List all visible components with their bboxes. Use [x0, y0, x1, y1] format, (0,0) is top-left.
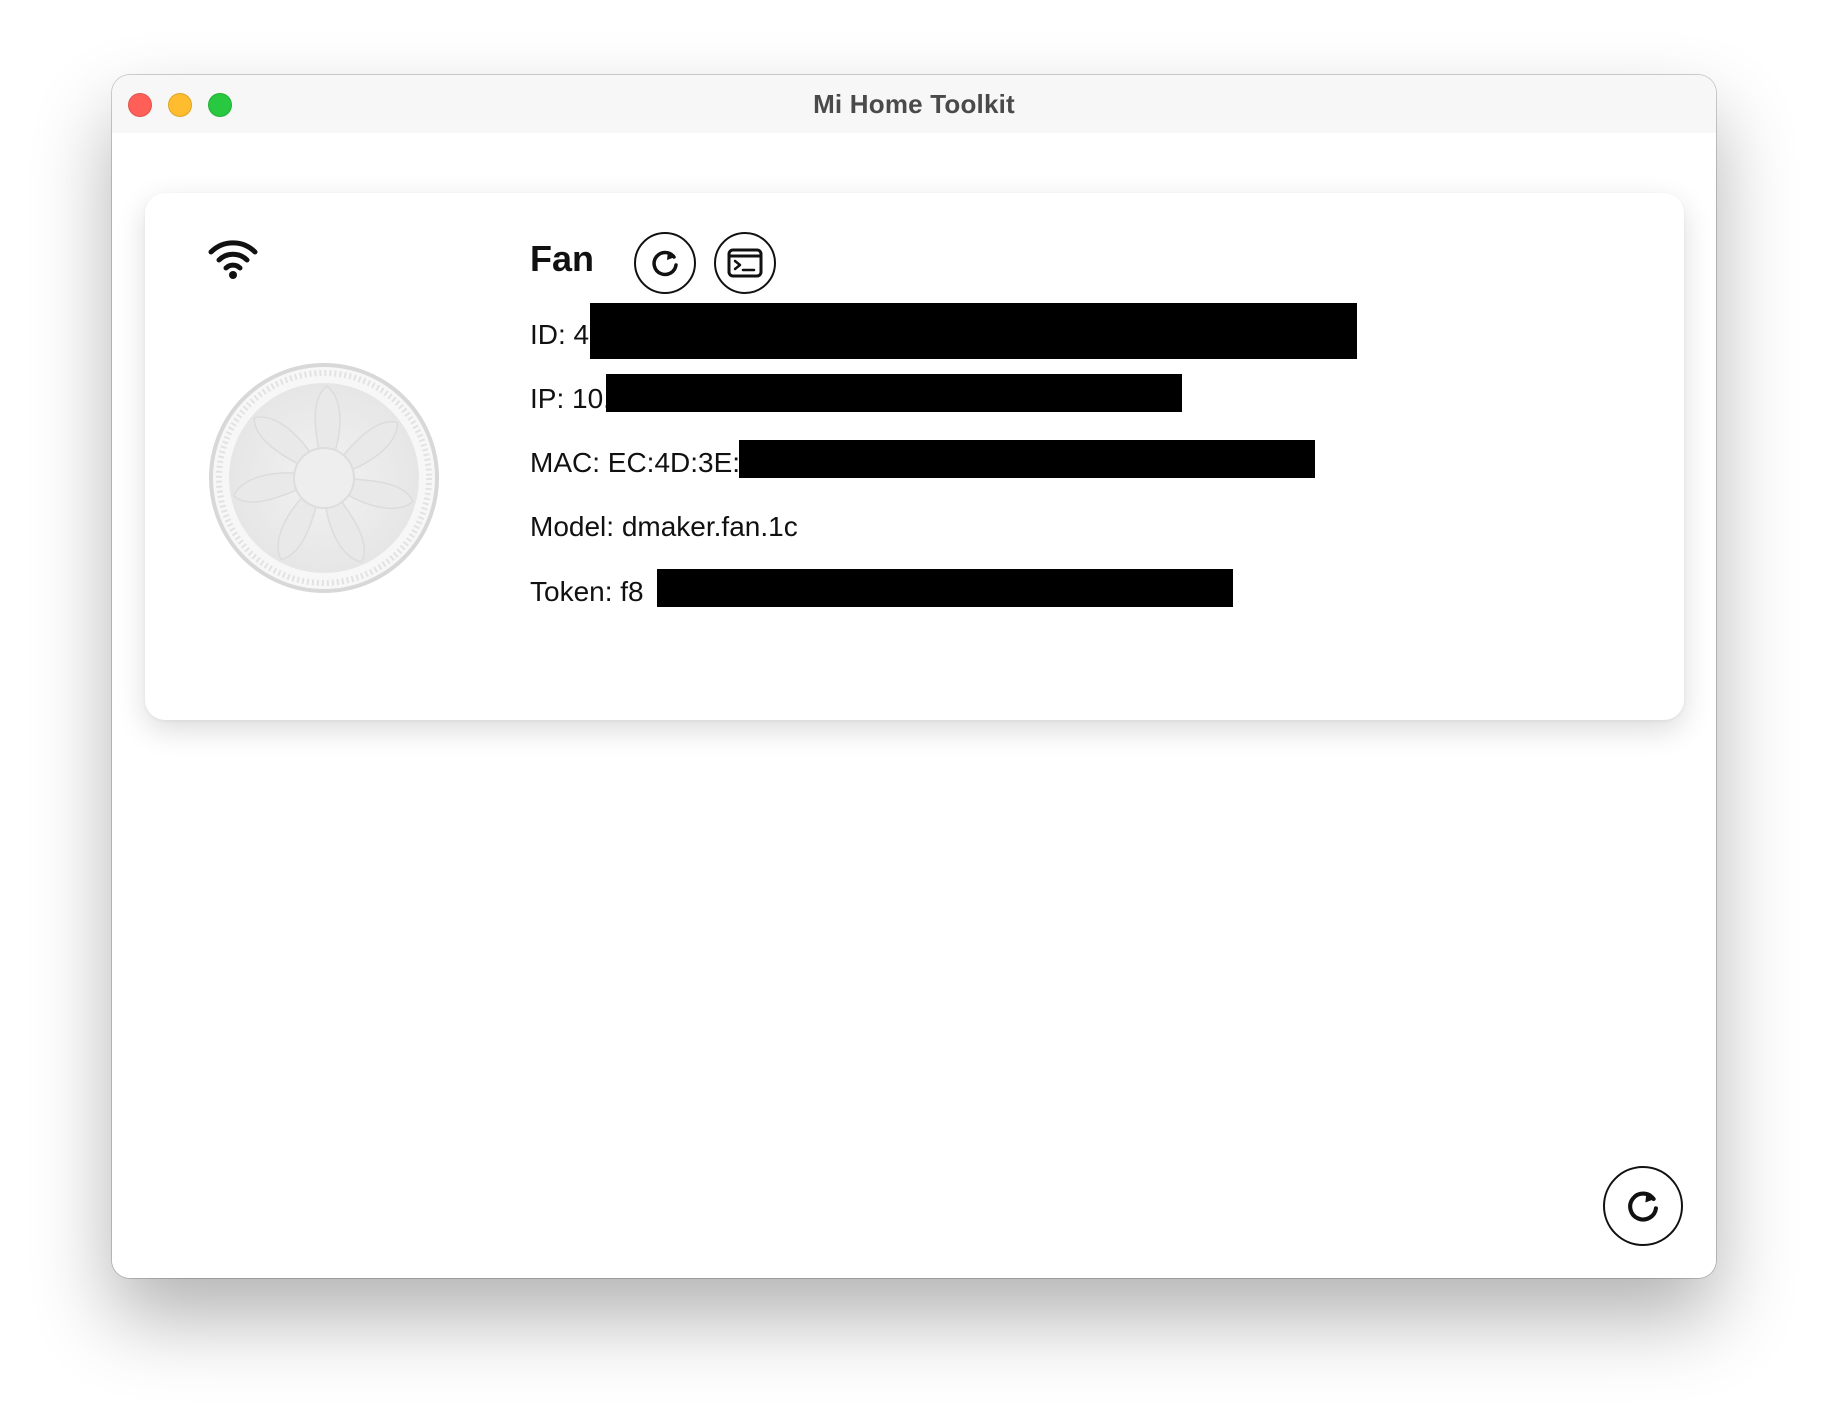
device-name: Fan: [530, 238, 595, 279]
device-mac-value: MAC: EC:4D:3E:: [530, 447, 741, 478]
redacted-ip: [606, 374, 1182, 412]
refresh-icon: [1628, 1191, 1658, 1222]
redacted-token: [657, 569, 1233, 607]
device-token: Token: f8: [530, 572, 644, 612]
app-window: Mi Home Toolkit Fan ID: 4 IP: 10. MAC: E…: [112, 75, 1716, 1278]
terminal-icon: [727, 248, 763, 278]
refresh-device-button[interactable]: [634, 232, 696, 294]
device-card: Fan ID: 4 IP: 10. MAC: EC:4D:3E: Model: …: [145, 193, 1684, 720]
device-id: ID: 4: [530, 315, 589, 355]
window-title: Mi Home Toolkit: [813, 89, 1015, 119]
device-id-value: ID: 4: [530, 319, 590, 350]
open-console-button[interactable]: [714, 232, 776, 294]
device-model-value: Model: dmaker.fan.1c: [530, 511, 798, 542]
device-model: Model: dmaker.fan.1c: [530, 507, 798, 547]
wifi-icon: [208, 240, 258, 279]
redacted-id: [590, 303, 1357, 359]
refresh-icon: [652, 250, 678, 277]
device-ip-value: IP: 10.: [530, 383, 611, 414]
device-token-value: Token: f8: [530, 576, 644, 607]
redacted-mac: [739, 440, 1315, 478]
title-bar: Mi Home Toolkit: [112, 75, 1716, 133]
device-mac: MAC: EC:4D:3E:: [530, 443, 740, 483]
fan-image: [209, 363, 439, 593]
refresh-devices-button[interactable]: [1603, 1166, 1683, 1246]
device-ip: IP: 10.: [530, 379, 611, 419]
